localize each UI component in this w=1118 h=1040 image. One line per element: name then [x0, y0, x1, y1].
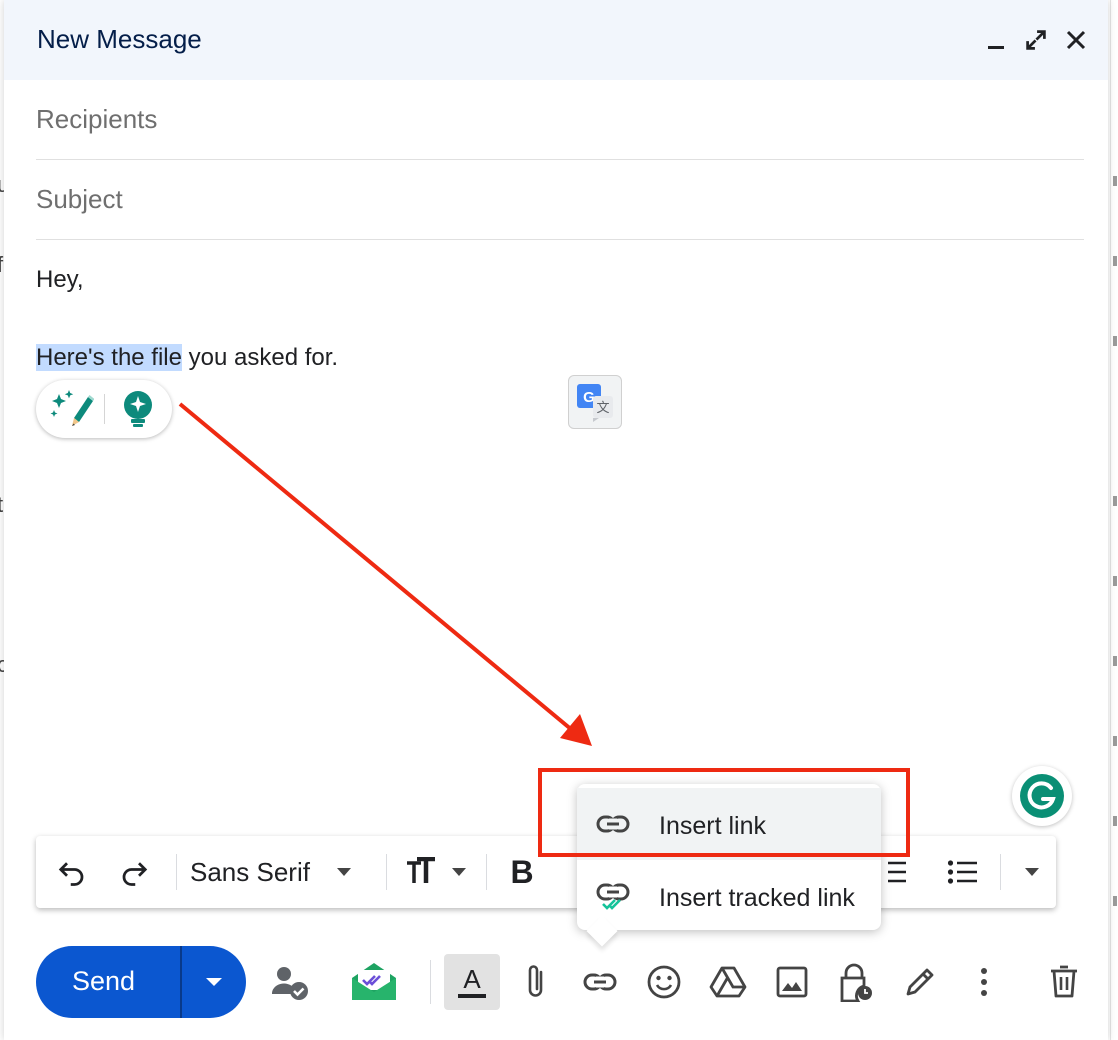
background-page-right-edge — [1110, 0, 1118, 1040]
redo-icon — [122, 862, 148, 886]
expand-icon — [1026, 30, 1046, 50]
dropdown-arrow-icon — [452, 868, 466, 876]
compose-window: New Message Recipients Subject Hey, Here… — [4, 0, 1108, 1040]
insert-drive-button[interactable] — [700, 954, 756, 1010]
minimize-icon — [988, 46, 1004, 49]
google-translate-button[interactable]: G 文 — [568, 375, 622, 429]
compose-title: New Message — [37, 24, 202, 54]
link-icon — [583, 973, 617, 991]
idea-bulb-button[interactable] — [118, 388, 158, 430]
close-icon — [1066, 30, 1086, 50]
discard-draft-button[interactable] — [1036, 954, 1092, 1010]
dropdown-arrow-icon — [336, 868, 351, 876]
minimize-button[interactable] — [978, 22, 1014, 58]
send-label: Send — [72, 966, 136, 996]
text-format-icon: A — [458, 964, 486, 998]
dropdown-arrow-icon — [206, 978, 222, 986]
grammarly-icon — [1020, 774, 1064, 818]
more-formatting-button[interactable] — [1012, 836, 1052, 908]
drive-icon — [709, 966, 747, 998]
recipients-field[interactable]: Recipients — [36, 80, 1084, 160]
close-button[interactable] — [1058, 22, 1094, 58]
grammarly-button[interactable] — [1012, 766, 1072, 826]
insert-link-button[interactable] — [572, 954, 628, 1010]
pen-icon — [906, 968, 934, 996]
redo-button[interactable] — [112, 836, 156, 908]
selected-text[interactable]: Here's the file — [36, 344, 182, 371]
bulleted-list-button[interactable] — [940, 836, 986, 908]
bulleted-list-icon — [947, 860, 977, 884]
insert-emoji-button[interactable] — [636, 954, 692, 1010]
send-options-button[interactable] — [182, 946, 246, 1018]
ai-assist-pill — [36, 380, 172, 438]
contact-check-button[interactable] — [262, 954, 318, 1010]
help-me-write-button[interactable] — [48, 388, 95, 430]
compose-bottom-bar: Send A — [4, 940, 1108, 1026]
subject-field[interactable]: Subject — [36, 160, 1084, 240]
insert-photo-button[interactable] — [764, 954, 820, 1010]
email-tracking-button[interactable] — [346, 954, 402, 1010]
person-check-icon — [271, 967, 308, 1000]
text-size-icon — [407, 857, 435, 883]
insert-tracked-link-label: Insert tracked link — [659, 884, 855, 912]
svg-text:A: A — [463, 964, 481, 994]
undo-button[interactable] — [50, 836, 94, 908]
undo-icon — [58, 862, 84, 886]
formatting-options-toggle[interactable]: A — [444, 954, 500, 1010]
emoji-icon — [647, 965, 681, 999]
body-line-greeting[interactable]: Hey, — [36, 266, 84, 294]
mail-tracker-icon — [352, 963, 396, 1000]
more-options-button[interactable] — [956, 954, 1012, 1010]
more-vert-icon — [981, 968, 987, 996]
image-icon — [776, 966, 808, 998]
recipients-placeholder: Recipients — [36, 104, 158, 134]
menu-item-insert-tracked-link[interactable]: Insert tracked link — [577, 860, 881, 932]
annotation-highlight-box — [538, 768, 910, 857]
lightbulb-icon — [124, 391, 152, 427]
compose-header: New Message — [4, 0, 1108, 80]
subject-placeholder: Subject — [36, 184, 123, 214]
trash-icon — [1051, 965, 1077, 998]
lock-clock-icon — [840, 963, 872, 1002]
tracked-link-icon — [596, 883, 630, 910]
font-family-select[interactable]: Sans Serif — [186, 836, 376, 908]
dropdown-arrow-icon — [1025, 868, 1039, 876]
font-size-select[interactable] — [398, 836, 474, 908]
paperclip-icon — [528, 965, 543, 997]
bold-label: B — [510, 853, 534, 890]
body-text-rest: you asked for. — [181, 344, 339, 371]
magic-pencil-icon — [50, 390, 95, 426]
confidential-mode-button[interactable] — [828, 954, 884, 1010]
font-family-label: Sans Serif — [190, 856, 310, 887]
attach-file-button[interactable] — [508, 954, 564, 1010]
send-button[interactable]: Send — [36, 946, 246, 1018]
translate-icon: G 文 — [577, 384, 613, 422]
numbered-list-icon — [888, 861, 906, 883]
fullscreen-button[interactable] — [1018, 22, 1054, 58]
insert-signature-button[interactable] — [892, 954, 948, 1010]
body-line-message[interactable]: Here's the file you asked for. — [36, 344, 338, 372]
svg-text:文: 文 — [596, 401, 609, 416]
